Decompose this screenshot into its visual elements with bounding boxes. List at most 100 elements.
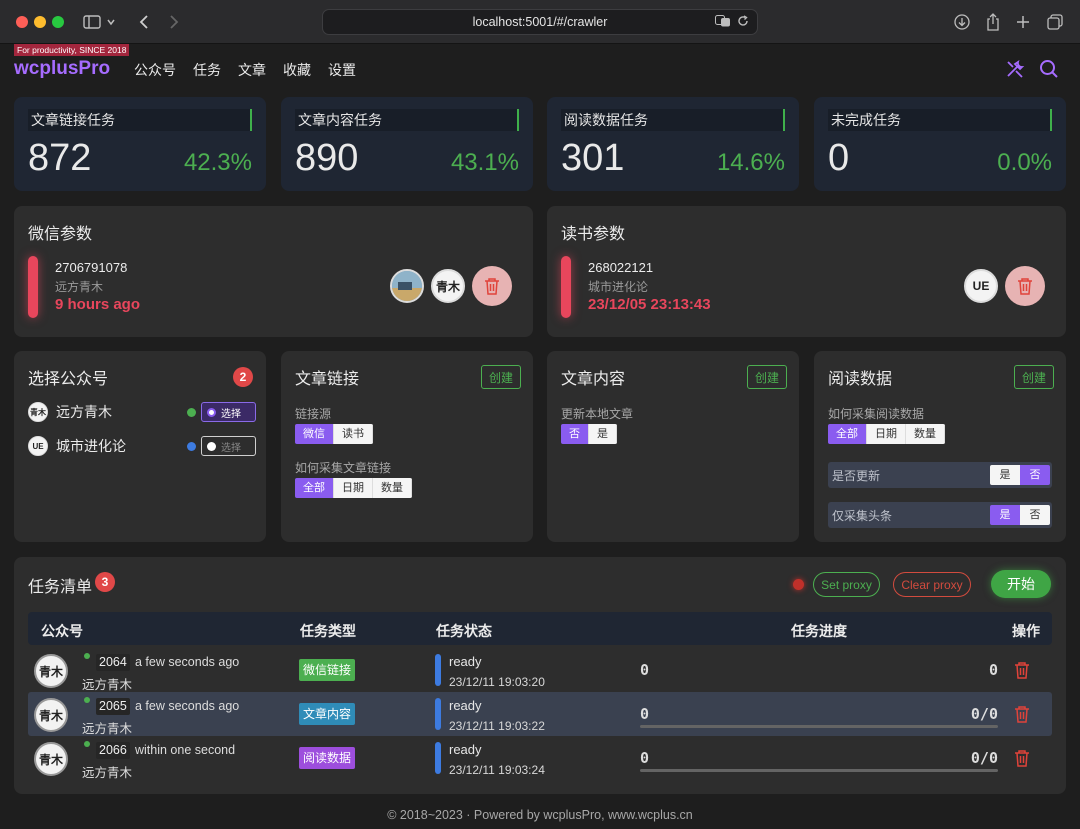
- task-time: 23/12/11 19:03:20: [449, 675, 545, 689]
- param-time: 9 hours ago: [55, 296, 141, 313]
- clear-proxy-button[interactable]: Clear proxy: [893, 572, 971, 597]
- seg-option-no[interactable]: 否: [1020, 465, 1050, 485]
- card-title: 文章链接: [295, 371, 360, 388]
- zoom-window-button[interactable]: [52, 16, 64, 28]
- url-text: localhost:5001/#/crawler: [472, 15, 608, 29]
- seg-option-date[interactable]: 日期: [334, 478, 373, 498]
- param-time: 23/12/05 23:13:43: [588, 296, 711, 313]
- create-button[interactable]: 创建: [481, 365, 521, 389]
- table-row[interactable]: 青木 2066 within one second 远方青木 阅读数据 read…: [28, 736, 1052, 780]
- nav-item-settings[interactable]: 设置: [328, 60, 356, 80]
- task-id: 2066: [96, 742, 130, 759]
- seg-option-yes[interactable]: 是: [990, 465, 1020, 485]
- nav-item-articles[interactable]: 文章: [238, 60, 266, 80]
- new-tab-icon[interactable]: [1011, 10, 1035, 34]
- avatar[interactable]: [390, 269, 424, 303]
- translate-icon[interactable]: [715, 15, 731, 30]
- share-icon[interactable]: [981, 10, 1005, 34]
- seg-option-count[interactable]: 数量: [906, 424, 945, 444]
- stat-percent: 43.1%: [450, 149, 519, 176]
- set-proxy-button[interactable]: Set proxy: [813, 572, 880, 597]
- update-option-row: 是否更新 是 否: [828, 462, 1052, 488]
- stat-card-read-tasks: 阅读数据任务 301 14.6%: [547, 97, 799, 191]
- stat-card-unfinished-tasks: 未完成任务 0 0.0%: [814, 97, 1066, 191]
- column-header-actions: 操作: [1012, 623, 1040, 639]
- seg-option-no[interactable]: 否: [1020, 505, 1050, 525]
- delete-task-icon[interactable]: [1014, 705, 1032, 723]
- status-indicator: [435, 742, 441, 774]
- sidebar-toggle-icon[interactable]: [80, 10, 104, 34]
- nav-item-accounts[interactable]: 公众号: [134, 60, 176, 80]
- task-list-card: 任务清单 3 Set proxy Clear proxy 开始 公众号 任务类型…: [14, 557, 1066, 794]
- read-data-card: 阅读数据 创建 如何采集阅读数据 全部 日期 数量 是否更新 是 否 仅采集头条…: [814, 351, 1066, 542]
- forward-icon[interactable]: [162, 10, 186, 34]
- download-icon[interactable]: [950, 10, 974, 34]
- param-id: 268022121: [588, 260, 654, 275]
- seg-option-all[interactable]: 全部: [295, 478, 334, 498]
- account-row[interactable]: UE 城市进化论 选择: [28, 435, 256, 457]
- delete-task-icon[interactable]: [1014, 749, 1032, 767]
- address-bar[interactable]: localhost:5001/#/crawler: [322, 9, 758, 35]
- minimize-window-button[interactable]: [34, 16, 46, 28]
- avatar[interactable]: UE: [964, 269, 998, 303]
- avatar: 青木: [34, 742, 68, 776]
- seg-option-date[interactable]: 日期: [867, 424, 906, 444]
- table-row[interactable]: 青木 2065 a few seconds ago 远方青木 文章内容 read…: [28, 692, 1052, 736]
- reload-icon[interactable]: [737, 15, 749, 30]
- stat-percent: 0.0%: [997, 149, 1052, 176]
- method-label: 如何采集文章链接: [295, 461, 392, 475]
- task-type-tag: 微信链接: [299, 659, 356, 681]
- source-label: 链接源: [295, 407, 332, 421]
- progress-bar: [640, 725, 998, 728]
- seg-option-wechat[interactable]: 微信: [295, 424, 334, 444]
- wechat-params-card: 微信参数 2706791078 远方青木 9 hours ago 青木: [14, 206, 533, 337]
- param-name: 城市进化论: [588, 280, 649, 294]
- online-dot: [187, 407, 196, 417]
- delete-button[interactable]: [1005, 266, 1045, 306]
- seg-option-all[interactable]: 全部: [828, 424, 867, 444]
- seg-option-weread[interactable]: 读书: [334, 424, 373, 444]
- stat-percent: 42.3%: [183, 149, 252, 176]
- table-row[interactable]: 青木 2064 a few seconds ago 远方青木 微信链接 read…: [28, 648, 1052, 692]
- article-links-card: 文章链接 创建 链接源 微信 读书 如何采集文章链接 全部 日期 数量: [281, 351, 533, 542]
- task-type-tag: 阅读数据: [299, 747, 356, 769]
- tab-overview-icon[interactable]: [1043, 10, 1067, 34]
- account-name: 远方青木: [82, 766, 133, 780]
- card-title: 任务清单: [28, 579, 93, 596]
- tools-icon[interactable]: [1004, 58, 1026, 80]
- source-segmented: 微信 读书: [295, 424, 373, 444]
- article-content-card: 文章内容 创建 更新本地文章 否 是: [547, 351, 799, 542]
- nav-item-tasks[interactable]: 任务: [193, 60, 221, 80]
- online-dot: [84, 697, 90, 703]
- avatar: 青木: [28, 402, 48, 422]
- browser-toolbar: localhost:5001/#/crawler: [0, 0, 1080, 44]
- avatar[interactable]: 青木: [431, 269, 465, 303]
- seg-option-yes[interactable]: 是: [589, 424, 617, 444]
- chevron-down-icon[interactable]: [104, 10, 118, 34]
- seg-option-yes[interactable]: 是: [990, 505, 1020, 525]
- brand-logo[interactable]: wcplusPro: [14, 58, 110, 80]
- delete-button[interactable]: [472, 266, 512, 306]
- delete-task-icon[interactable]: [1014, 661, 1032, 679]
- task-status: ready: [449, 698, 482, 713]
- seg-option-count[interactable]: 数量: [373, 478, 412, 498]
- create-button[interactable]: 创建: [747, 365, 787, 389]
- create-button[interactable]: 创建: [1014, 365, 1054, 389]
- avatar: 青木: [34, 654, 68, 688]
- start-button[interactable]: 开始: [991, 570, 1051, 598]
- task-id: 2065: [96, 698, 130, 715]
- seg-option-no[interactable]: 否: [561, 424, 589, 444]
- close-window-button[interactable]: [16, 16, 28, 28]
- update-segmented: 是 否: [990, 465, 1050, 485]
- task-id: 2064: [96, 654, 130, 671]
- nav-item-favorites[interactable]: 收藏: [283, 60, 311, 80]
- select-toggle[interactable]: 选择: [201, 402, 256, 422]
- account-row[interactable]: 青木 远方青木 选择: [28, 401, 256, 423]
- progress-done: 0: [640, 705, 650, 723]
- back-icon[interactable]: [132, 10, 156, 34]
- column-header-account: 公众号: [41, 623, 83, 639]
- stat-count: 301: [561, 137, 625, 179]
- search-icon[interactable]: [1038, 58, 1060, 80]
- account-name: 城市进化论: [56, 438, 126, 454]
- select-toggle[interactable]: 选择: [201, 436, 256, 456]
